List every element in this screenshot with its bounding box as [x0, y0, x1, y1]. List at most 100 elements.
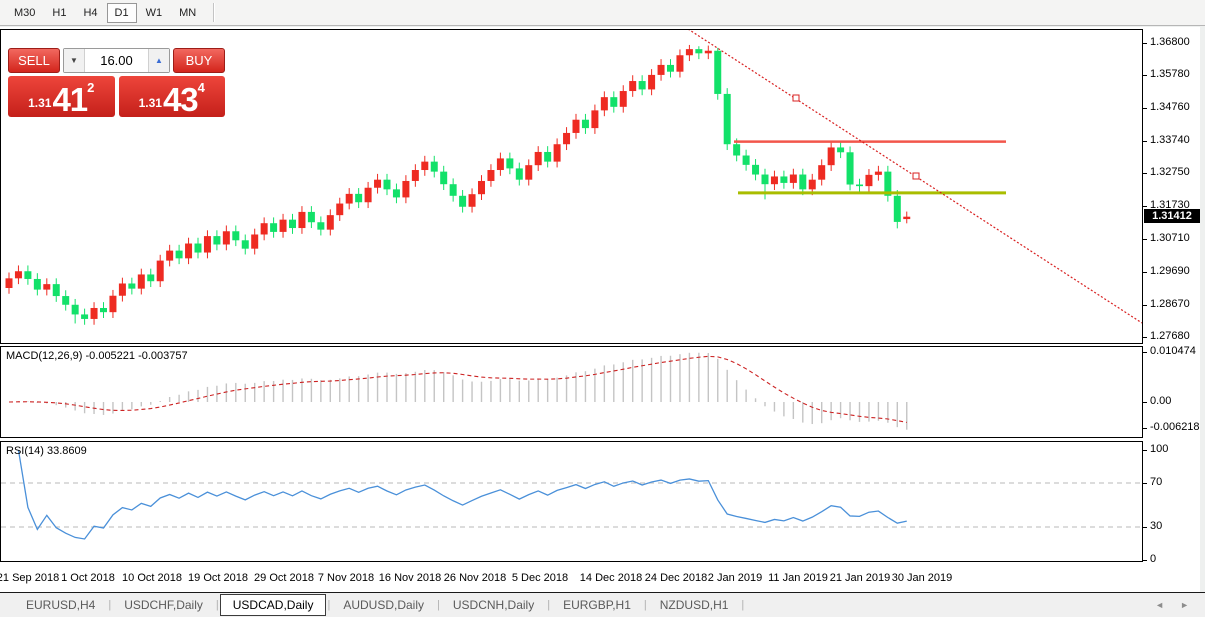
date-axis-label: 21 Sep 2018 — [0, 572, 59, 584]
price-axis-tick-mark — [1142, 272, 1147, 273]
tab-separator: | — [547, 599, 550, 611]
price-axis-tick-mark — [1142, 141, 1147, 142]
rsi-name: RSI(14) — [6, 445, 44, 457]
timeframe-tab-d1[interactable]: D1 — [107, 3, 137, 23]
candlestick — [440, 166, 447, 190]
indicator-axis-tick: 30 — [1150, 520, 1162, 532]
candlestick — [157, 255, 164, 287]
candlestick — [894, 190, 901, 228]
timeframe-tab-w1[interactable]: W1 — [138, 3, 171, 23]
rsi-line — [18, 450, 906, 539]
candlestick — [81, 309, 88, 325]
candlestick — [780, 171, 787, 189]
price-axis-tick: 1.33740 — [1150, 134, 1190, 146]
candlestick — [289, 214, 296, 234]
symbol-tab-nzdusd-h1[interactable]: NZDUSD,H1 — [648, 595, 741, 615]
candlestick — [856, 179, 863, 192]
symbol-tab-eurgbp-h1[interactable]: EURGBP,H1 — [551, 595, 643, 615]
rsi-indicator-panel[interactable] — [0, 441, 1143, 562]
candlestick — [336, 198, 343, 221]
volume-decrease-button[interactable]: ▼ — [64, 49, 85, 72]
timeframe-tab-mn[interactable]: MN — [171, 3, 204, 23]
candlestick — [648, 69, 655, 95]
price-axis-tick: 1.35780 — [1150, 68, 1190, 80]
timeframe-tab-h4[interactable]: H4 — [75, 3, 105, 23]
candlestick — [261, 217, 268, 240]
candlestick — [91, 302, 98, 325]
candlestick — [818, 159, 825, 185]
one-click-trade-panel: SELL ▼ ▲ BUY 1.31 41 2 1.31 43 4 — [8, 48, 225, 117]
sell-price-display[interactable]: 1.31 41 2 — [8, 76, 115, 117]
tab-scroll-left-icon[interactable]: ◄ — [1155, 600, 1164, 610]
tab-separator: | — [216, 599, 219, 611]
price-axis-tick: 1.36800 — [1150, 36, 1190, 48]
indicator-axis-tick: -0.006218 — [1150, 421, 1200, 433]
candlestick — [705, 46, 712, 60]
date-axis-label: 10 Oct 2018 — [122, 572, 182, 584]
candlestick — [516, 163, 523, 186]
symbol-tab-usdcnh-daily[interactable]: USDCNH,Daily — [441, 595, 546, 615]
tab-separator: | — [437, 599, 440, 611]
candlestick — [270, 217, 277, 237]
candlestick — [903, 212, 910, 224]
symbol-tabbar: ◄ ► EURUSD,H4|USDCHF,Daily|USDCAD,Daily|… — [0, 592, 1205, 617]
candlestick — [280, 214, 287, 238]
date-axis-label: 1 Oct 2018 — [61, 572, 115, 584]
timeframe-tab-h1[interactable]: H1 — [44, 3, 74, 23]
price-axis-tick-mark — [1142, 337, 1147, 338]
indicator-axis-tick: 0.010474 — [1150, 345, 1196, 357]
candlestick — [421, 156, 428, 176]
macd-name: MACD(12,26,9) — [6, 350, 82, 362]
candlestick — [34, 273, 41, 295]
candlestick — [412, 164, 419, 187]
candlestick — [563, 127, 570, 150]
candlestick — [43, 278, 50, 295]
indicator-axis-tick: 0.00 — [1150, 395, 1171, 407]
candlestick — [591, 105, 598, 134]
tab-scroll-right-icon[interactable]: ► — [1180, 600, 1189, 610]
sell-price-big: 41 — [52, 85, 87, 115]
rsi-value: 33.8609 — [47, 445, 87, 457]
candlestick — [317, 216, 324, 235]
date-axis-label: 26 Nov 2018 — [444, 572, 506, 584]
candlestick — [6, 273, 13, 294]
candlestick — [119, 278, 126, 302]
price-axis-tick-mark — [1142, 108, 1147, 109]
rsi-label: RSI(14) 33.8609 — [6, 445, 87, 457]
trendline-anchor-marker[interactable] — [793, 95, 799, 101]
timeframe-tab-m30[interactable]: M30 — [6, 3, 43, 23]
candlestick — [582, 114, 589, 134]
sell-button[interactable]: SELL — [8, 48, 60, 73]
candlestick — [232, 225, 239, 246]
candlestick — [506, 153, 513, 175]
candlestick — [242, 234, 249, 254]
symbol-tab-eurusd-h4[interactable]: EURUSD,H4 — [14, 595, 107, 615]
candlestick — [799, 169, 806, 195]
date-axis-label: 30 Jan 2019 — [892, 572, 953, 584]
date-axis-label: 29 Oct 2018 — [254, 572, 314, 584]
candlestick — [601, 91, 608, 116]
date-axis-label: 7 Nov 2018 — [318, 572, 374, 584]
candlestick — [828, 142, 835, 171]
symbol-tab-usdcad-daily[interactable]: USDCAD,Daily — [220, 594, 327, 616]
symbol-tab-audusd-daily[interactable]: AUDUSD,Daily — [331, 595, 436, 615]
trendline-anchor-marker[interactable] — [913, 173, 919, 179]
price-axis-tick: 1.31730 — [1150, 199, 1190, 211]
rsi-canvas[interactable] — [1, 442, 1142, 561]
candlestick — [147, 269, 154, 287]
tab-separator: | — [108, 599, 111, 611]
current-price-tag: 1.31412 — [1144, 209, 1200, 223]
candlestick — [15, 265, 22, 284]
buy-button[interactable]: BUY — [173, 48, 225, 73]
volume-increase-button[interactable]: ▲ — [148, 49, 169, 72]
timeframe-toolbar: M30H1H4D1W1MN — [0, 0, 1205, 26]
symbol-tab-usdchf-daily[interactable]: USDCHF,Daily — [112, 595, 215, 615]
buy-price-big: 43 — [163, 85, 198, 115]
buy-price-display[interactable]: 1.31 43 4 — [119, 76, 226, 117]
candlestick — [658, 59, 665, 81]
candlestick — [639, 75, 646, 95]
volume-input[interactable] — [85, 49, 148, 72]
buy-price-sup: 4 — [198, 80, 205, 95]
candlestick — [195, 238, 202, 259]
candlestick — [53, 278, 60, 302]
